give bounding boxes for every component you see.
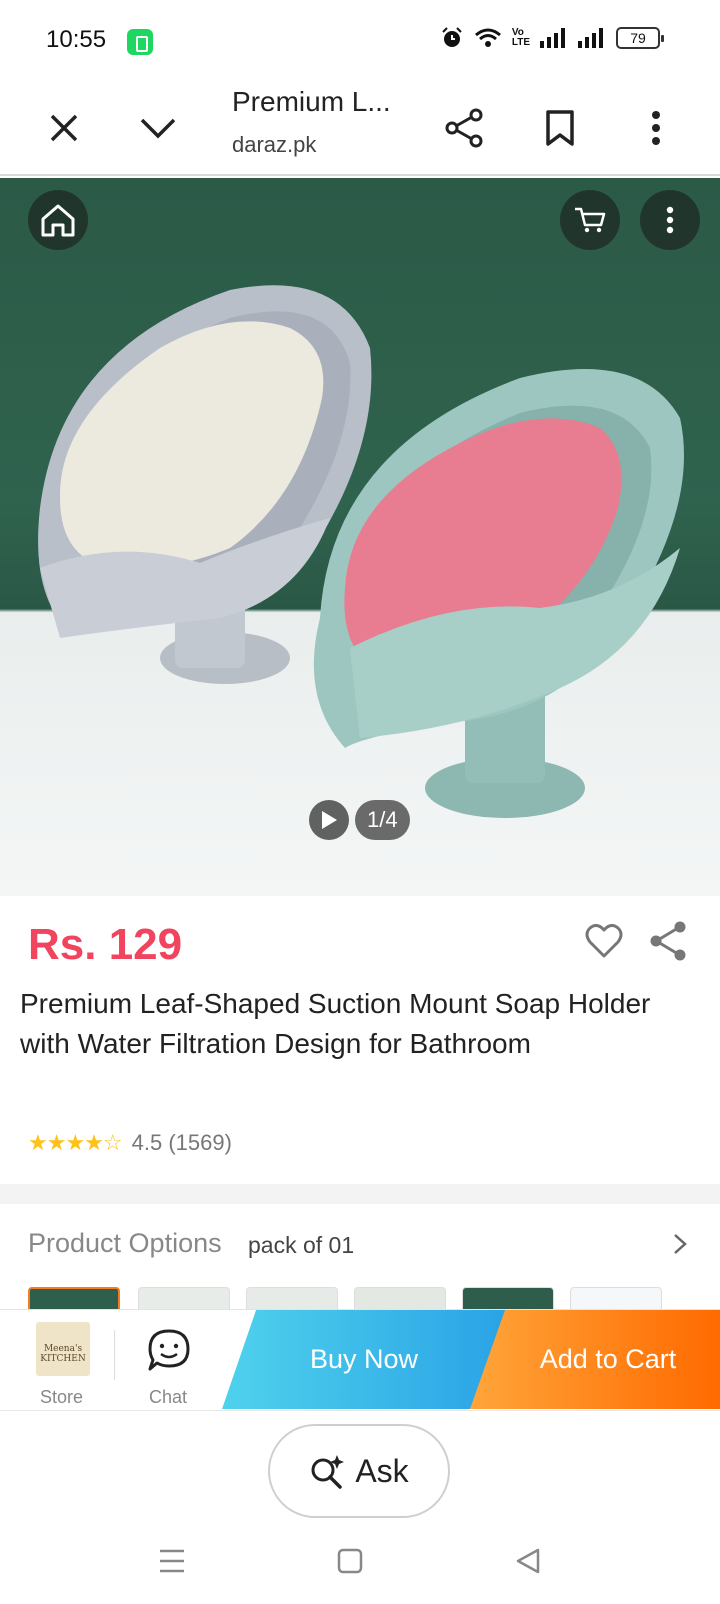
status-icons: Vo LTE 79	[440, 26, 664, 50]
cart-icon	[575, 207, 606, 233]
bookmark-button[interactable]	[534, 102, 586, 154]
option-thumbnail[interactable]	[354, 1287, 446, 1309]
status-bar: 10:55 Vo LTE 79	[0, 0, 720, 80]
signal-icon	[540, 28, 565, 48]
product-rating[interactable]: ★★★★☆ 4.5 (1569)	[28, 1130, 232, 1156]
heart-icon[interactable]	[584, 921, 624, 961]
browser-toolbar: Premium L... daraz.pk	[0, 80, 720, 176]
status-time: 10:55	[46, 26, 107, 53]
share-button[interactable]	[438, 102, 490, 154]
nav-home-button[interactable]	[330, 1541, 370, 1581]
chevron-right-icon[interactable]	[670, 1232, 690, 1256]
play-video-button[interactable]	[309, 800, 349, 840]
nav-back-icon	[516, 1548, 540, 1574]
cart-button[interactable]	[560, 190, 620, 250]
bottom-action-bar: Meena's KITCHEN Store Chat Buy Now Add t…	[0, 1309, 720, 1409]
page-title: Premium L...	[232, 86, 391, 117]
product-photo	[38, 285, 684, 818]
home-icon	[41, 204, 75, 237]
option-thumbnail[interactable]	[28, 1287, 120, 1309]
product-options-value[interactable]: pack of 01	[248, 1232, 354, 1259]
wifi-icon	[474, 28, 501, 47]
nav-menu-icon	[160, 1549, 184, 1573]
sparkle-search-icon	[311, 1455, 345, 1489]
chat-icon[interactable]	[146, 1328, 192, 1374]
divider	[114, 1330, 115, 1380]
nav-home-icon	[337, 1548, 363, 1574]
alarm-icon	[442, 27, 462, 47]
option-thumbnail[interactable]	[138, 1287, 230, 1309]
product-title: Premium Leaf-Shaped Suction Mount Soap H…	[20, 988, 651, 1059]
battery-indicator: 79	[616, 27, 664, 49]
close-icon	[50, 114, 78, 142]
collapse-button[interactable]	[132, 102, 184, 154]
nav-back-button[interactable]	[508, 1541, 548, 1581]
home-button[interactable]	[28, 190, 88, 250]
option-thumbnail[interactable]	[570, 1287, 662, 1309]
app-notification-icon	[127, 29, 153, 55]
signal-icon-2	[578, 28, 603, 48]
more-options-button[interactable]	[630, 102, 682, 154]
ask-label: Ask	[355, 1452, 409, 1489]
hero-more-button[interactable]	[640, 190, 700, 250]
chevron-down-icon	[140, 118, 176, 139]
option-thumbnail[interactable]	[462, 1287, 554, 1309]
product-price: Rs. 129	[28, 920, 183, 969]
volte-indicator: Vo LTE	[511, 27, 530, 48]
play-icon	[322, 811, 337, 829]
buy-now-button[interactable]: Buy Now	[222, 1310, 506, 1409]
page-domain: daraz.pk	[232, 132, 317, 157]
image-counter: 1/4	[355, 800, 410, 840]
more-vert-icon	[666, 206, 674, 234]
store-logo[interactable]: Meena's KITCHEN	[36, 1322, 90, 1376]
chat-label[interactable]: Chat	[149, 1387, 187, 1408]
ask-button[interactable]: Ask	[268, 1424, 450, 1518]
bookmark-icon	[546, 110, 574, 146]
share-icon[interactable]	[648, 920, 688, 962]
product-options-label: Product Options	[28, 1228, 222, 1258]
option-thumbnails	[28, 1287, 720, 1309]
share-icon	[445, 108, 483, 148]
bottom-area: Ask	[0, 1410, 720, 1604]
product-image-carousel[interactable]: 1/4	[0, 178, 720, 896]
more-vert-icon	[652, 111, 660, 145]
store-label[interactable]: Store	[40, 1387, 83, 1408]
close-button[interactable]	[38, 102, 90, 154]
rating-stars: ★★★★☆	[28, 1130, 123, 1155]
nav-menu-button[interactable]	[152, 1541, 192, 1581]
option-thumbnail[interactable]	[246, 1287, 338, 1309]
add-to-cart-button[interactable]: Add to Cart	[470, 1310, 720, 1409]
rating-value: 4.5 (1569)	[131, 1130, 232, 1155]
section-divider	[0, 1184, 720, 1204]
